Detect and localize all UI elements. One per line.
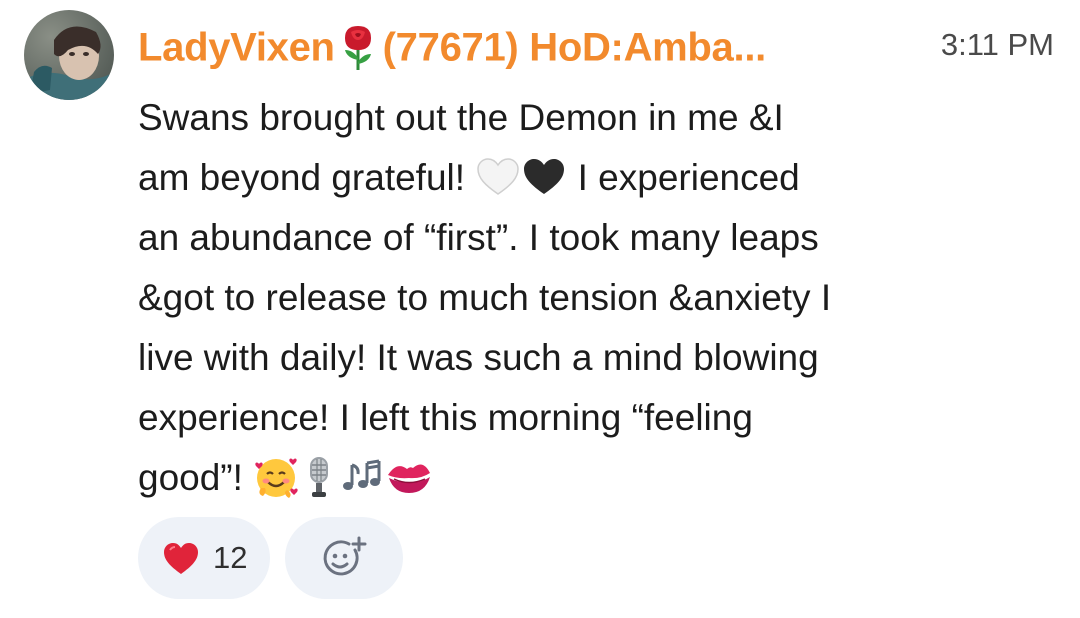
message-text: I experienced — [567, 157, 800, 198]
sender-name-suffix: (77671) HoD:Amba... — [382, 25, 767, 70]
message-body: Swans brought out the Demon in me &I am … — [138, 88, 938, 508]
black-heart-icon — [521, 157, 567, 197]
message-line: &got to release to much tension &anxiety… — [138, 268, 938, 328]
white-heart-icon — [475, 157, 521, 197]
sender-name[interactable]: LadyVixen (77671) HoD:Amba... — [138, 14, 888, 78]
chat-message: LadyVixen (77671) HoD:Amba... 3:11 PM Sw… — [0, 0, 1080, 618]
heart-reaction-button[interactable]: 12 — [138, 517, 270, 599]
message-line: am beyond grateful! I experienced — [138, 148, 938, 208]
message-timestamp: 3:11 PM — [940, 27, 1054, 62]
smiling-face-with-hearts-icon — [253, 454, 299, 500]
rose-icon — [339, 22, 377, 72]
message-text: good”! — [138, 457, 254, 498]
message-header: LadyVixen (77671) HoD:Amba... 3:11 PM — [138, 14, 1058, 76]
user-avatar[interactable] — [24, 10, 114, 100]
red-heart-icon — [164, 543, 198, 574]
musical-notes-icon — [339, 457, 385, 497]
message-text: &got to release to much tension &anxiety… — [138, 277, 832, 318]
message-text: experience! I left this morning “feeling — [138, 397, 753, 438]
avatar-photo-icon — [24, 10, 114, 100]
message-text: live with daily! It was such a mind blow… — [138, 337, 819, 378]
reaction-count: 12 — [213, 540, 248, 575]
message-line: good”! — [138, 448, 938, 508]
message-line: an abundance of “first”. I took many lea… — [138, 208, 938, 268]
add-reaction-icon — [323, 536, 367, 576]
message-text: Swans brought out the Demon in me &I — [138, 97, 784, 138]
message-line: Swans brought out the Demon in me &I — [138, 88, 938, 148]
message-text: an abundance of “first”. I took many lea… — [138, 217, 819, 258]
sender-name-text: LadyVixen — [138, 25, 335, 70]
message-line: live with daily! It was such a mind blow… — [138, 328, 938, 388]
message-line: experience! I left this morning “feeling — [138, 388, 938, 448]
add-reaction-button[interactable] — [285, 517, 403, 599]
kiss-mark-icon — [385, 457, 433, 497]
microphone-icon — [299, 454, 339, 500]
message-text: am beyond grateful! — [138, 157, 476, 198]
